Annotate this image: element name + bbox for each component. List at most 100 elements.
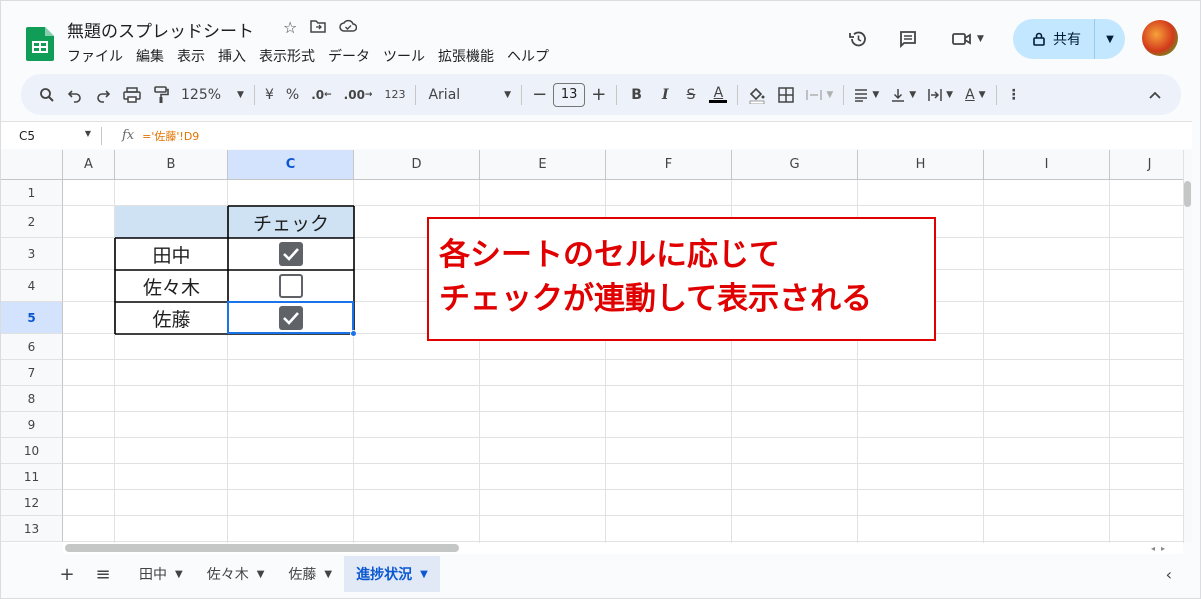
- share-button[interactable]: 共有 ▼: [1013, 19, 1125, 59]
- cell-grid[interactable]: A B C D E F G H I J 1 2 3 4 5 6 7 8 9 10 11 12 13 チェック 田中 佐々木 佐藤 各シ…: [1, 150, 1183, 543]
- menu-insert[interactable]: 挿入: [218, 46, 246, 66]
- zoom-select[interactable]: 125% ▼: [175, 81, 250, 109]
- text-rotation-icon[interactable]: A ▼: [959, 81, 992, 109]
- row-header-13[interactable]: 13: [1, 516, 63, 542]
- sheet-tabs-bar: + ≡ 田中 ▼ 佐々木 ▼ 佐藤 ▼ 進捗状況 ▼ ‹: [1, 554, 1200, 594]
- menu-help[interactable]: ヘルプ: [507, 46, 549, 66]
- merge-cells-icon[interactable]: ▼: [800, 81, 839, 109]
- row-header-5[interactable]: 5: [1, 302, 63, 334]
- row-header-11[interactable]: 11: [1, 464, 63, 490]
- redo-icon[interactable]: [89, 81, 117, 109]
- menu-tools[interactable]: ツール: [383, 46, 425, 66]
- side-panel-toggle-icon[interactable]: ‹: [1166, 565, 1172, 584]
- sheet-tab-sasaki[interactable]: 佐々木 ▼: [195, 556, 277, 592]
- column-header-f[interactable]: F: [606, 150, 732, 180]
- formula-input[interactable]: ='佐藤'!D9: [142, 128, 199, 144]
- font-size-input[interactable]: 13: [553, 82, 586, 107]
- increase-decimal-button[interactable]: .00 →: [338, 81, 379, 109]
- increase-font-size-button[interactable]: +: [585, 81, 612, 109]
- decrease-decimal-button[interactable]: .0 ←: [305, 81, 337, 109]
- fill-color-icon[interactable]: [742, 81, 772, 109]
- percent-button[interactable]: %: [280, 81, 305, 109]
- column-header-c[interactable]: C: [228, 150, 354, 180]
- menu-edit[interactable]: 編集: [136, 46, 164, 66]
- collapse-toolbar-icon[interactable]: [1143, 81, 1167, 109]
- column-header-e[interactable]: E: [480, 150, 606, 180]
- chevron-down-icon: ▼: [504, 89, 512, 100]
- share-dropdown-icon[interactable]: ▼: [1095, 34, 1125, 45]
- history-button[interactable]: [843, 19, 873, 59]
- text-color-swatch: [709, 100, 728, 103]
- sheet-tab-progress[interactable]: 進捗状況 ▼: [344, 556, 440, 592]
- select-all-corner[interactable]: [1, 150, 63, 180]
- borders-icon[interactable]: [772, 81, 800, 109]
- column-header-g[interactable]: G: [732, 150, 858, 180]
- sheet-tab-tanaka[interactable]: 田中 ▼: [127, 556, 195, 592]
- chevron-down-icon: ▼: [977, 34, 984, 44]
- row-header-4[interactable]: 4: [1, 270, 63, 302]
- avatar[interactable]: [1142, 20, 1178, 56]
- vertical-align-icon[interactable]: ▼: [885, 81, 922, 109]
- column-header-j[interactable]: J: [1110, 150, 1183, 180]
- fill-handle[interactable]: [350, 330, 357, 337]
- menu-data[interactable]: データ: [328, 46, 370, 66]
- scroll-left-icon[interactable]: ◂: [1151, 544, 1155, 553]
- menu-file[interactable]: ファイル: [67, 46, 123, 66]
- text-color-button[interactable]: A: [703, 81, 733, 109]
- add-sheet-icon[interactable]: +: [49, 564, 85, 585]
- currency-button[interactable]: ¥: [259, 81, 280, 109]
- column-header-d[interactable]: D: [354, 150, 480, 180]
- column-header-h[interactable]: H: [858, 150, 984, 180]
- column-header-i[interactable]: I: [984, 150, 1110, 180]
- cloud-saved-icon[interactable]: [339, 18, 358, 37]
- star-icon[interactable]: ☆: [283, 18, 297, 37]
- column-header-b[interactable]: B: [115, 150, 228, 180]
- column-header-a[interactable]: A: [63, 150, 115, 180]
- name-box[interactable]: C5 ▼: [1, 129, 101, 143]
- row-header-8[interactable]: 8: [1, 386, 63, 412]
- menu-extensions[interactable]: 拡張機能: [438, 46, 494, 66]
- text-wrapping-icon[interactable]: ▼: [922, 81, 959, 109]
- chevron-down-icon: ▼: [175, 568, 183, 580]
- annotation-callout: 各シートのセルに応じて チェックが連動して表示される: [427, 217, 936, 341]
- decrease-decimal-label: .0: [311, 87, 325, 102]
- sheet-tab-label: 田中: [139, 567, 167, 583]
- italic-button[interactable]: I: [652, 81, 679, 109]
- decrease-font-size-button[interactable]: −: [526, 81, 553, 109]
- font-select[interactable]: Arial ▼: [420, 81, 517, 109]
- menu-view[interactable]: 表示: [177, 46, 205, 66]
- row-header-1[interactable]: 1: [1, 180, 63, 206]
- chevron-down-icon: ▼: [324, 568, 333, 580]
- menu-format[interactable]: 表示形式: [259, 46, 315, 66]
- row-header-6[interactable]: 6: [1, 334, 63, 360]
- fx-icon: fx: [122, 128, 135, 143]
- meet-button[interactable]: ▼: [947, 19, 984, 59]
- scroll-right-icon[interactable]: ▸: [1161, 544, 1165, 553]
- document-title[interactable]: 無題のスプレッドシート: [67, 17, 254, 42]
- undo-icon[interactable]: [61, 81, 89, 109]
- vertical-scrollbar[interactable]: [1183, 150, 1192, 543]
- horizontal-scroll-thumb[interactable]: [65, 544, 459, 552]
- horizontal-align-icon[interactable]: ▼: [848, 81, 885, 109]
- spreadsheet-window: 無題のスプレッドシート ☆ ファイル 編集 表示 挿入 表示形式 データ ツール…: [0, 0, 1201, 599]
- cell-reference: C5: [19, 128, 36, 143]
- row-header-10[interactable]: 10: [1, 438, 63, 464]
- move-folder-icon[interactable]: [310, 18, 327, 37]
- comments-button[interactable]: [893, 19, 923, 59]
- strikethrough-icon[interactable]: S: [679, 81, 704, 109]
- print-icon[interactable]: [117, 81, 147, 109]
- number-format-button[interactable]: 123: [378, 81, 411, 109]
- vertical-scroll-thumb[interactable]: [1184, 181, 1191, 207]
- more-options-icon[interactable]: ⋮: [1001, 81, 1027, 109]
- bold-button[interactable]: B: [621, 81, 652, 109]
- sheet-tab-sato[interactable]: 佐藤 ▼: [276, 556, 344, 592]
- all-sheets-icon[interactable]: ≡: [85, 564, 121, 585]
- row-header-12[interactable]: 12: [1, 490, 63, 516]
- row-header-2[interactable]: 2: [1, 206, 63, 238]
- row-header-7[interactable]: 7: [1, 360, 63, 386]
- sheets-logo[interactable]: [25, 26, 55, 62]
- row-header-9[interactable]: 9: [1, 412, 63, 438]
- search-icon[interactable]: [33, 81, 61, 109]
- row-header-3[interactable]: 3: [1, 238, 63, 270]
- paint-format-icon[interactable]: [147, 81, 175, 109]
